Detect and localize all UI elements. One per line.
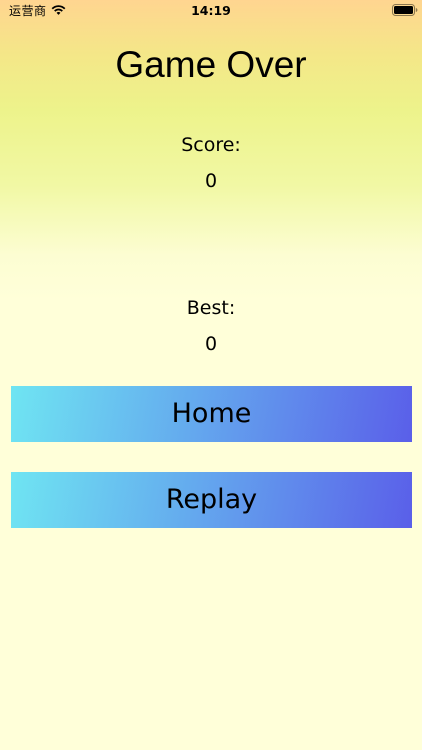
game-over-title: Game Over <box>115 44 307 85</box>
home-button[interactable]: Home <box>11 386 412 442</box>
status-bar: 运营商 14:19 <box>0 0 422 22</box>
best-value: 0 <box>204 333 218 355</box>
replay-button[interactable]: Replay <box>11 472 412 528</box>
clock: 14:19 <box>191 3 231 18</box>
score-value: 0 <box>204 170 218 192</box>
best-label: Best: <box>186 297 236 319</box>
score-label: Score: <box>181 134 241 156</box>
battery-icon <box>392 4 418 16</box>
